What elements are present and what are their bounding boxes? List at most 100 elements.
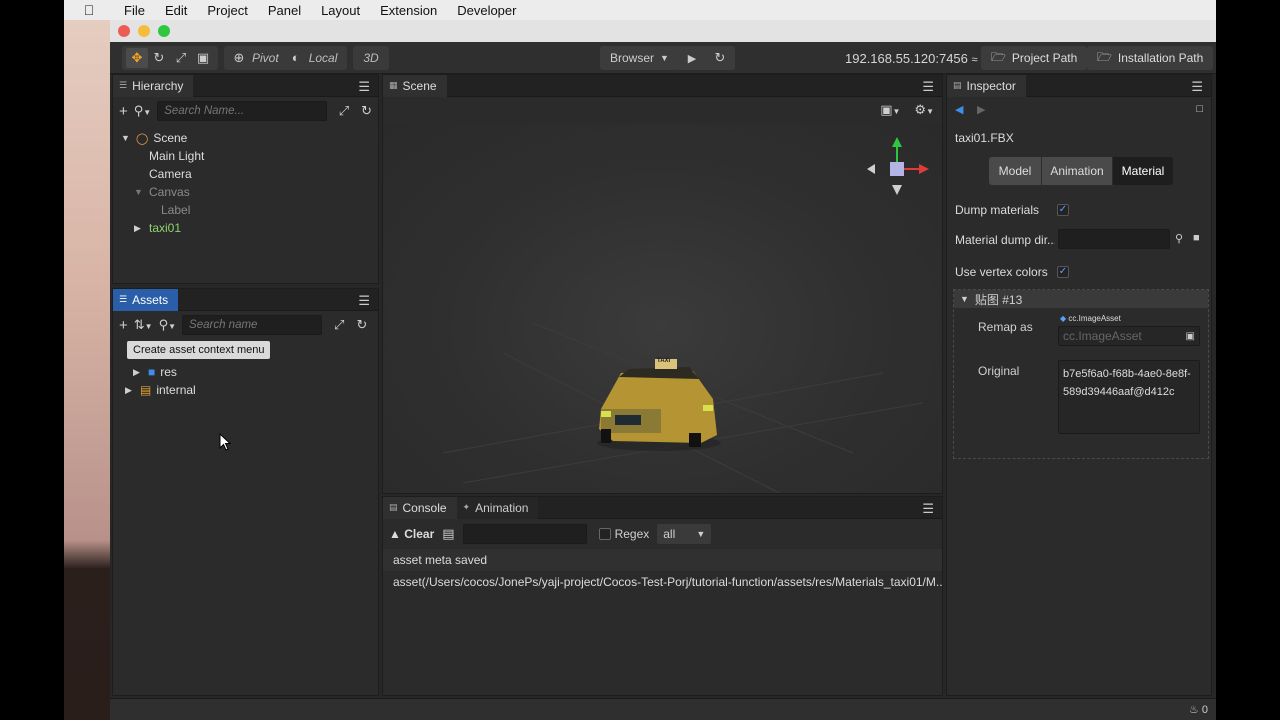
move-tool-icon[interactable]: ✥ bbox=[126, 47, 148, 68]
collapsed-arrow-icon[interactable]: ▶ bbox=[133, 367, 143, 378]
console-filter-input[interactable] bbox=[462, 524, 587, 544]
hamburger-menu-icon[interactable]: ☰ bbox=[358, 293, 370, 309]
editor-window: ✥ ↻ ⤢ ▣ ⊕ Pivot ◐ Local 3D Browser ▼ ▶ ↻… bbox=[110, 20, 1216, 720]
collapsed-arrow-icon[interactable]: ▶ bbox=[125, 385, 135, 396]
preview-platform-select[interactable]: Browser ▼ bbox=[600, 46, 679, 70]
local-toggle[interactable]: Local bbox=[307, 51, 344, 65]
play-icon[interactable]: ▶ bbox=[681, 48, 703, 68]
tree-node-scene[interactable]: ▼ ◯ Scene bbox=[113, 129, 378, 147]
add-asset-icon[interactable]: + bbox=[119, 317, 128, 334]
search-icon[interactable]: ⚲ bbox=[1175, 232, 1183, 245]
hamburger-menu-icon[interactable]: ☰ bbox=[358, 79, 370, 95]
material-dump-dir-input[interactable] bbox=[1058, 229, 1170, 249]
menu-layout[interactable]: Layout bbox=[311, 3, 370, 18]
hamburger-menu-icon[interactable]: ☰ bbox=[1191, 79, 1203, 95]
refresh-icon[interactable]: ↻ bbox=[709, 48, 731, 68]
scene-viewport[interactable]: TAXI bbox=[383, 123, 942, 493]
camera-icon[interactable]: ▣▼ bbox=[880, 102, 900, 118]
taxi-model[interactable] bbox=[597, 359, 721, 451]
log-level-select[interactable]: all ▼ bbox=[657, 524, 712, 544]
tab-inspector[interactable]: ▤ Inspector bbox=[947, 74, 1026, 97]
orientation-gizmo[interactable] bbox=[867, 137, 929, 195]
file-icon[interactable]: ▤ bbox=[442, 526, 454, 542]
dump-materials-checkbox[interactable]: ✓ bbox=[1057, 204, 1069, 216]
tab-model[interactable]: Model bbox=[989, 157, 1041, 185]
assets-panel: ☰ Assets ☰ + ⇅▼ ⚲▼ Search name ⤢ ↻ Creat… bbox=[112, 288, 379, 696]
expand-arrow-icon: ▼ bbox=[960, 294, 969, 304]
menu-panel[interactable]: Panel bbox=[258, 3, 311, 18]
log-entry[interactable]: asset(/Users/cocos/JonePs/yaji-project/C… bbox=[383, 571, 942, 593]
section-header[interactable]: ▼ 贴图 #13 bbox=[954, 290, 1208, 308]
tab-assets[interactable]: ☰ Assets bbox=[113, 288, 179, 311]
window-maximize-button[interactable] bbox=[158, 25, 170, 37]
tab-animation-inspector[interactable]: Animation bbox=[1042, 157, 1112, 185]
tab-hierarchy[interactable]: ☰ Hierarchy bbox=[113, 74, 194, 97]
menu-project[interactable]: Project bbox=[197, 3, 257, 18]
collapsed-arrow-icon[interactable]: ▶ bbox=[134, 223, 144, 234]
scale-tool-icon[interactable]: ⤢ bbox=[170, 48, 192, 68]
inspector-icon: ▤ bbox=[953, 80, 962, 90]
installation-path-button[interactable]: 🗁 Installation Path bbox=[1087, 46, 1214, 70]
hierarchy-tree: ▼ ◯ Scene Main Light Camera ▼ Canvas Lab… bbox=[113, 125, 378, 237]
assets-toolbar: + ⇅▼ ⚲▼ Search name ⤢ ↻ bbox=[113, 311, 378, 339]
tree-node-main-light[interactable]: Main Light bbox=[113, 147, 378, 165]
tree-node-canvas[interactable]: ▼ Canvas bbox=[113, 183, 378, 201]
tree-node-internal[interactable]: ▶ ▤ internal bbox=[113, 381, 378, 399]
use-vertex-colors-checkbox[interactable]: ✓ bbox=[1057, 266, 1069, 278]
pivot-local-group: ⊕ Pivot ◐ Local bbox=[224, 45, 348, 70]
original-uuid-field[interactable]: b7e5f6a0-f68b-4ae0-8e8f-589d39446aaf@d41… bbox=[1058, 360, 1200, 434]
tree-node-res[interactable]: ▶ ■ res bbox=[113, 363, 378, 381]
add-icon[interactable]: + bbox=[119, 103, 128, 120]
back-arrow-icon[interactable]: ◀ bbox=[955, 103, 963, 116]
tree-node-taxi01[interactable]: ▶ taxi01 bbox=[113, 219, 378, 237]
menu-developer[interactable]: Developer bbox=[447, 3, 526, 18]
refresh-icon[interactable]: ↻ bbox=[361, 103, 372, 119]
hierarchy-search-input[interactable]: Search Name... bbox=[157, 101, 327, 121]
refresh-icon[interactable]: ↻ bbox=[356, 317, 367, 333]
tab-animation[interactable]: ✦ Animation bbox=[456, 496, 539, 519]
rect-tool-icon[interactable]: ▣ bbox=[192, 48, 214, 68]
mode-3d-toggle[interactable]: 3D bbox=[357, 51, 384, 65]
window-close-button[interactable] bbox=[118, 25, 130, 37]
menu-edit[interactable]: Edit bbox=[155, 3, 197, 18]
preview-ip-address[interactable]: 192.168.55.120:7456 ≈ bbox=[845, 51, 978, 66]
clear-button[interactable]: ▲ Clear bbox=[389, 527, 434, 541]
window-minimize-button[interactable] bbox=[138, 25, 150, 37]
forward-arrow-icon[interactable]: ▶ bbox=[977, 103, 985, 116]
tab-scene[interactable]: ▦ Scene bbox=[383, 74, 447, 97]
search-type-icon[interactable]: ⚲▼ bbox=[134, 103, 151, 119]
pivot-toggle[interactable]: Pivot bbox=[250, 51, 285, 65]
assets-icon: ☰ bbox=[119, 294, 128, 304]
menu-extension[interactable]: Extension bbox=[370, 3, 447, 18]
folder-icon[interactable]: ■ bbox=[1193, 232, 1200, 244]
assets-header: ☰ Assets ☰ bbox=[113, 288, 378, 311]
tab-console[interactable]: ▤ Console bbox=[383, 496, 457, 519]
regex-checkbox[interactable]: Regex bbox=[598, 527, 649, 541]
gear-icon[interactable]: ⚙▼ bbox=[914, 102, 934, 118]
tab-material[interactable]: Material bbox=[1113, 157, 1173, 185]
original-label: Original bbox=[978, 364, 1020, 378]
local-icon[interactable]: ◐ bbox=[285, 48, 307, 68]
apple-icon[interactable]:  bbox=[64, 2, 114, 18]
tree-node-camera[interactable]: Camera bbox=[113, 165, 378, 183]
hamburger-menu-icon[interactable]: ☰ bbox=[922, 79, 934, 95]
collapse-icon[interactable]: ⤢ bbox=[334, 317, 344, 333]
expand-arrow-icon[interactable]: ▼ bbox=[121, 133, 131, 143]
hamburger-menu-icon[interactable]: ☰ bbox=[922, 501, 934, 517]
expand-arrow-icon[interactable]: ▼ bbox=[134, 187, 144, 197]
search-type-icon[interactable]: ⚲▼ bbox=[159, 317, 176, 333]
sort-icon[interactable]: ⇅▼ bbox=[134, 317, 153, 333]
tree-node-label-node[interactable]: Label bbox=[113, 201, 378, 219]
pivot-icon[interactable]: ⊕ bbox=[228, 48, 250, 68]
log-text: asset(/Users/cocos/JonePs/yaji-project/C… bbox=[393, 575, 942, 589]
log-entry[interactable]: asset meta saved bbox=[383, 549, 942, 571]
rotate-tool-icon[interactable]: ↻ bbox=[148, 48, 170, 68]
project-path-button[interactable]: 🗁 Project Path bbox=[981, 46, 1088, 70]
lock-icon[interactable]: □ bbox=[1196, 103, 1203, 115]
assets-search-input[interactable]: Search name bbox=[182, 315, 323, 335]
remap-asset-field[interactable]: cc.ImageAsset ▣ bbox=[1058, 326, 1200, 346]
collapse-icon[interactable]: ⤢ bbox=[339, 103, 349, 119]
notification-indicator[interactable]: ♨ 0 bbox=[1189, 703, 1208, 716]
menu-file[interactable]: File bbox=[114, 3, 155, 18]
asset-picker-icon[interactable]: ▣ bbox=[1186, 331, 1195, 342]
